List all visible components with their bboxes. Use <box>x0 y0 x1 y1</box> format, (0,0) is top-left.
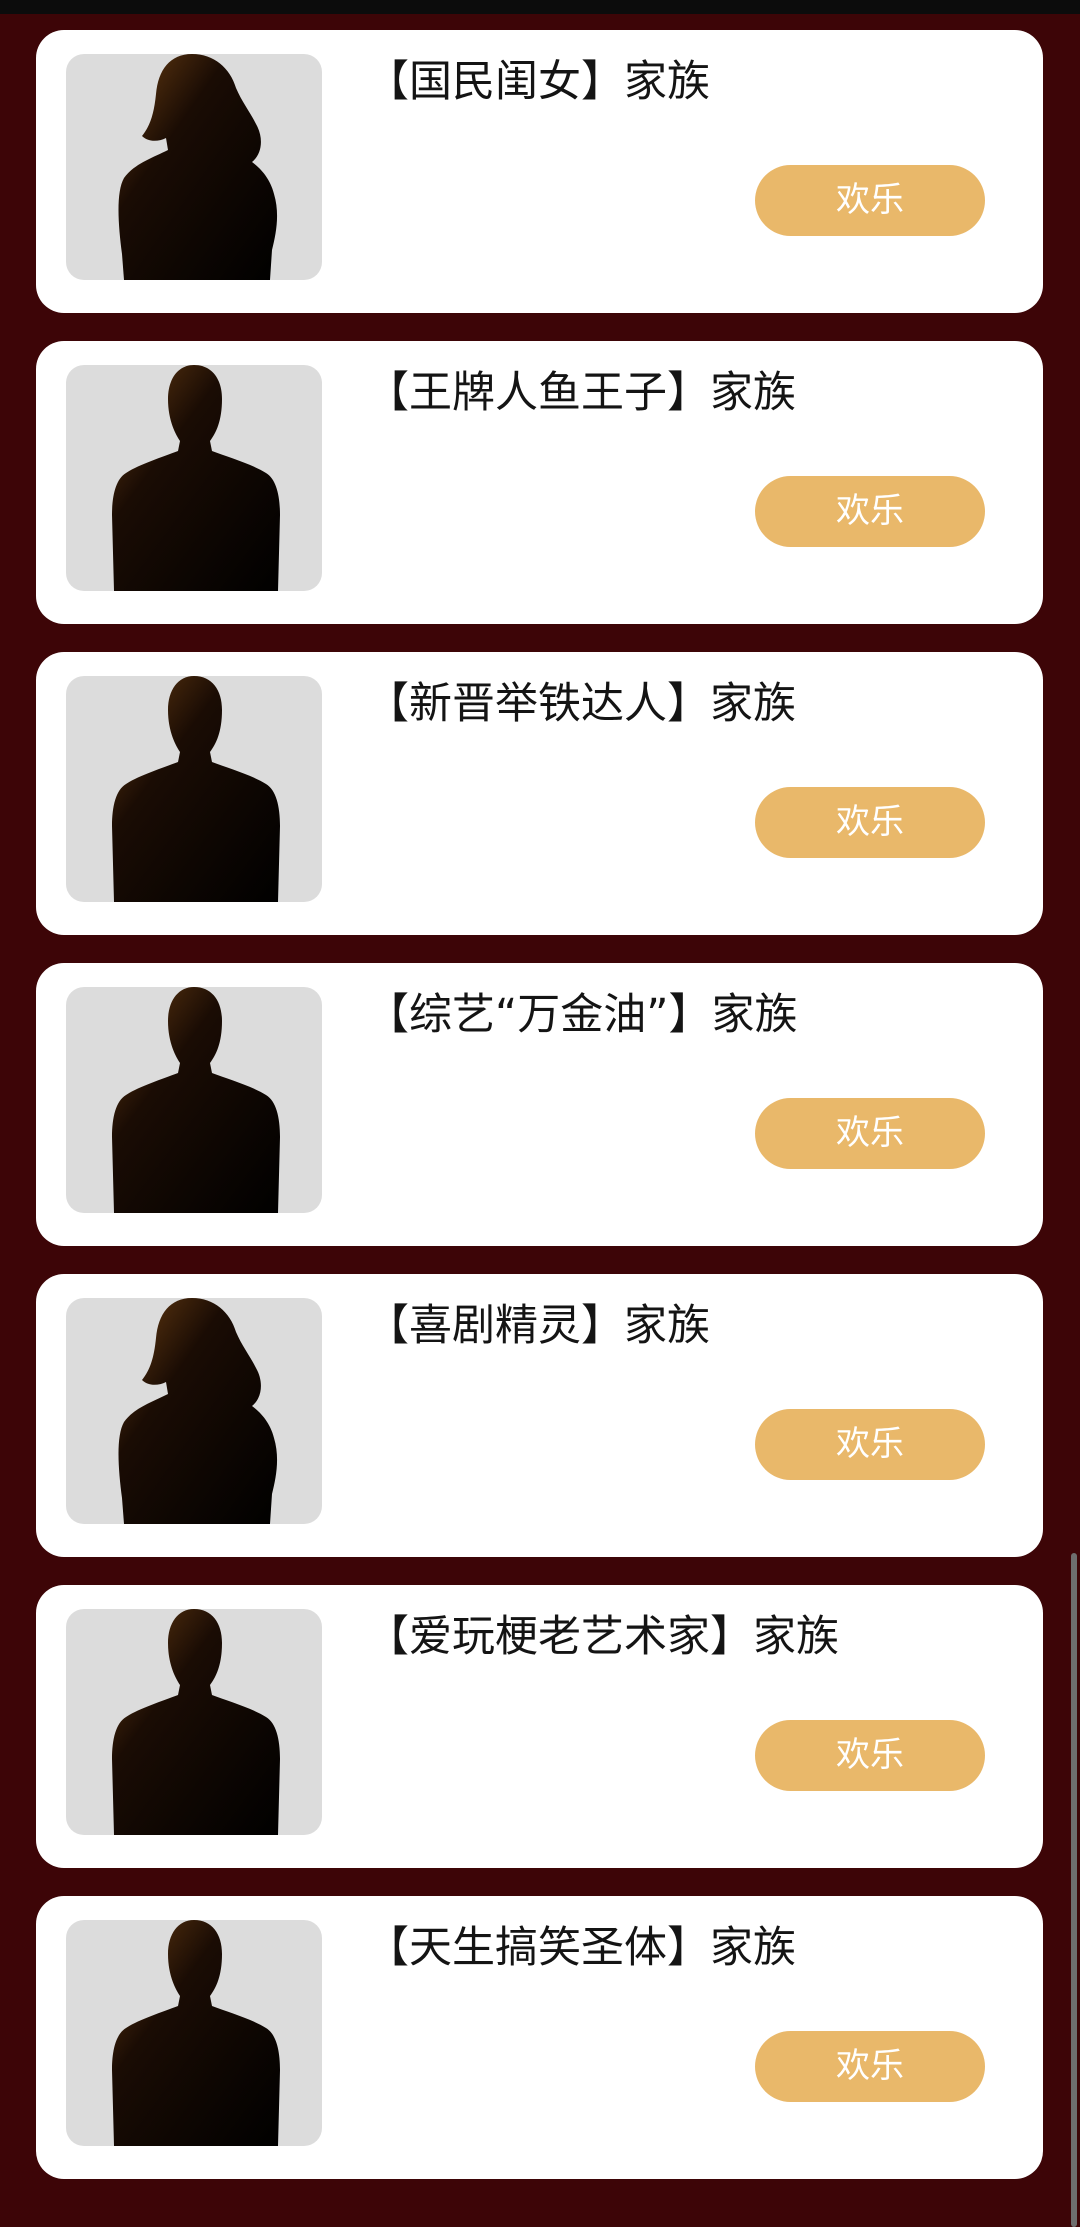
male-silhouette-icon <box>112 1920 280 2146</box>
family-card: 【王牌人鱼王子】家族 欢乐 <box>36 341 1043 624</box>
family-title: 【喜剧精灵】家族 <box>366 1301 710 1351</box>
avatar <box>66 676 322 902</box>
avatar <box>66 987 322 1213</box>
family-title: 【国民闺女】家族 <box>366 57 710 107</box>
female-silhouette-icon <box>118 1298 278 1524</box>
male-silhouette-icon <box>112 1609 280 1835</box>
family-title: 【新晋举铁达人】家族 <box>366 679 796 729</box>
family-title: 【王牌人鱼王子】家族 <box>366 368 796 418</box>
family-card: 【天生搞笑圣体】家族 欢乐 <box>36 1896 1043 2179</box>
family-card: 【国民闺女】家族 欢乐 <box>36 30 1043 313</box>
male-silhouette-icon <box>112 365 280 591</box>
scrollbar[interactable] <box>1071 1553 1077 2227</box>
family-card: 【爱玩梗老艺术家】家族 欢乐 <box>36 1585 1043 1868</box>
male-silhouette-icon <box>112 676 280 902</box>
female-silhouette-icon <box>118 54 278 280</box>
avatar <box>66 54 322 280</box>
joy-button[interactable]: 欢乐 <box>755 787 985 858</box>
family-card: 【喜剧精灵】家族 欢乐 <box>36 1274 1043 1557</box>
joy-button[interactable]: 欢乐 <box>755 1720 985 1791</box>
family-title: 【天生搞笑圣体】家族 <box>366 1923 796 1973</box>
family-list: 【国民闺女】家族 欢乐 【王牌人鱼王子】家族 欢乐 【新晋举铁达人】家族 欢乐 … <box>36 30 1043 2207</box>
avatar <box>66 1298 322 1524</box>
status-bar-strip <box>0 0 1080 14</box>
family-title: 【爱玩梗老艺术家】家族 <box>366 1612 839 1662</box>
joy-button[interactable]: 欢乐 <box>755 1409 985 1480</box>
male-silhouette-icon <box>112 987 280 1213</box>
joy-button[interactable]: 欢乐 <box>755 1098 985 1169</box>
joy-button[interactable]: 欢乐 <box>755 165 985 236</box>
avatar <box>66 1609 322 1835</box>
joy-button[interactable]: 欢乐 <box>755 476 985 547</box>
family-card: 【新晋举铁达人】家族 欢乐 <box>36 652 1043 935</box>
avatar <box>66 1920 322 2146</box>
family-title: 【综艺“万金油”】家族 <box>366 990 798 1040</box>
joy-button[interactable]: 欢乐 <box>755 2031 985 2102</box>
family-card: 【综艺“万金油”】家族 欢乐 <box>36 963 1043 1246</box>
avatar <box>66 365 322 591</box>
